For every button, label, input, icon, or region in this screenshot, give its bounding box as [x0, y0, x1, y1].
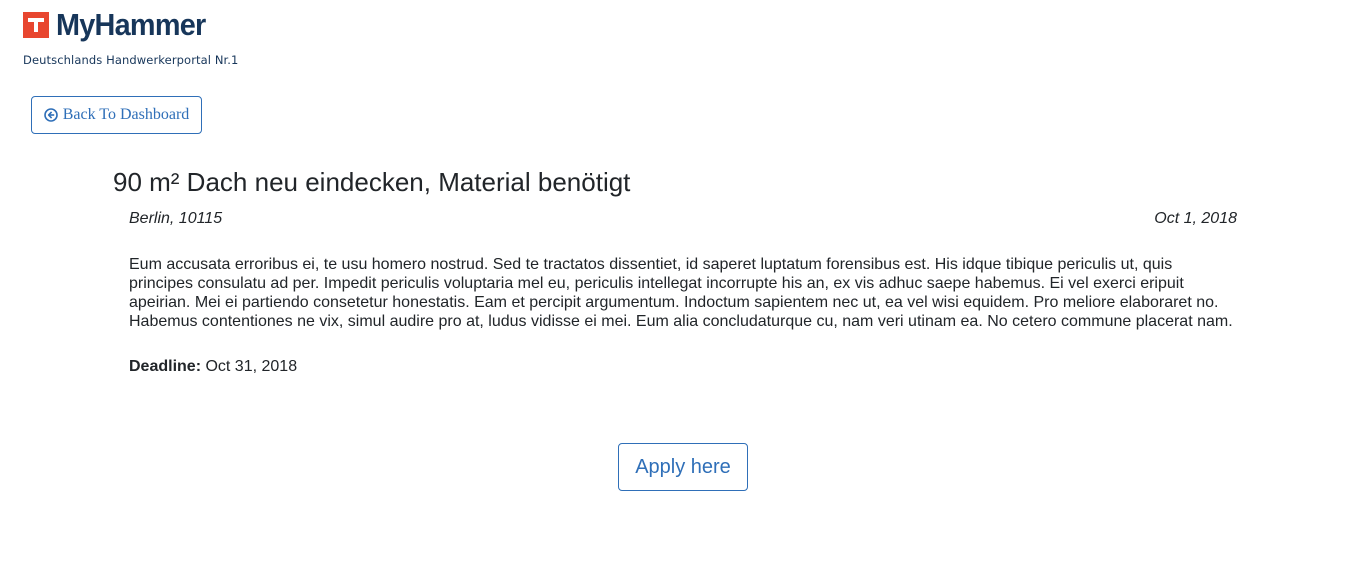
logo-t-icon: [28, 18, 44, 32]
job-location: Berlin, 10115: [129, 210, 223, 227]
job-description: Eum accusata erroribus ei, te usu homero…: [129, 256, 1233, 330]
job-title: 90 m² Dach neu eindecken, Material benöt…: [113, 167, 631, 197]
hammer-logo-icon: [23, 12, 49, 38]
arrow-circle-left-icon: [43, 108, 58, 122]
deadline-value: Oct 31, 2018: [205, 358, 298, 375]
brand-name: MyHammer: [56, 7, 206, 42]
back-to-dashboard-label: Back To Dashboard: [62, 106, 190, 123]
back-to-dashboard-button[interactable]: Back To Dashboard: [31, 96, 202, 134]
brand-tagline: Deutschlands Handwerkerportal Nr.1: [23, 53, 239, 67]
job-date: Oct 1, 2018: [1154, 210, 1237, 227]
apply-here-button[interactable]: Apply here: [618, 443, 748, 491]
job-deadline: Deadline: Oct 31, 2018: [129, 357, 297, 377]
deadline-label: Deadline:: [129, 358, 202, 375]
brand-logo[interactable]: MyHammer Deutschlands Handwerkerportal N…: [23, 7, 253, 72]
